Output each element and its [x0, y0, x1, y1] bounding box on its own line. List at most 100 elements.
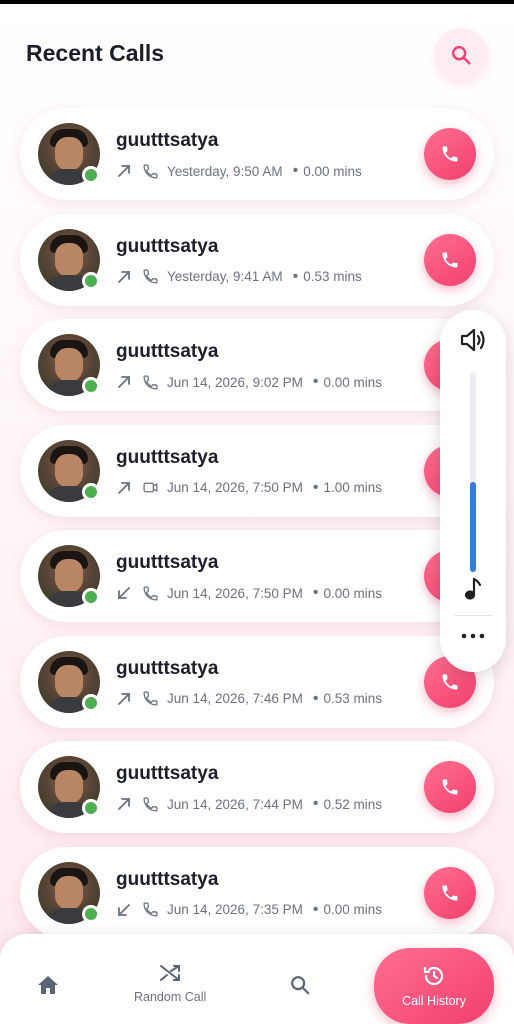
call-button[interactable]: [424, 233, 476, 286]
speaker-icon[interactable]: [459, 327, 487, 353]
volume-level: [470, 482, 476, 572]
contact-name: guutttsatya: [116, 657, 219, 679]
outgoing-arrow-icon: [118, 692, 130, 705]
call-list-item[interactable]: guutttsatya Yesterday, 9:50 AM • 0.00 mins: [20, 108, 494, 200]
call-duration: 0.00 mins: [303, 163, 362, 179]
separator-dot: •: [312, 795, 319, 812]
call-duration: 0.53 mins: [303, 269, 362, 284]
call-meta: Jun 14, 2026, 7:46 PM • 0.53 mins: [116, 690, 382, 708]
call-meta: Yesterday, 9:41 AM • 0.53 mins: [116, 268, 362, 286]
separator-dot: •: [292, 162, 299, 179]
video-call-icon: [143, 482, 158, 493]
online-status-dot: [82, 904, 100, 923]
outgoing-arrow-icon: [118, 165, 130, 177]
call-time: Jun 14, 2026, 7:50 PM: [167, 585, 303, 601]
volume-divider: [454, 615, 492, 616]
page-title: Recent Calls: [26, 40, 165, 66]
contact-name: guutttsatya: [116, 763, 219, 784]
voice-call-icon: [143, 902, 158, 917]
call-time: Yesterday, 9:50 AM: [167, 163, 283, 179]
phone-icon: [442, 674, 458, 689]
call-time: Jun 14, 2026, 7:50 PM: [167, 480, 303, 495]
call-meta: Jun 14, 2026, 7:44 PM • 0.52 mins: [116, 795, 382, 813]
separator-dot: •: [312, 373, 319, 390]
separator-dot: •: [312, 584, 319, 601]
online-status-dot: [82, 377, 100, 395]
call-button[interactable]: [424, 761, 476, 813]
call-list-item[interactable]: guutttsatya Jun 14, 2026, 7:50 PM • 1.00 mi…: [20, 424, 494, 517]
app-header: Recent Calls: [0, 4, 514, 100]
online-status-dot: [82, 271, 100, 290]
voice-call-icon: [143, 585, 158, 601]
search-button[interactable]: [434, 28, 488, 82]
call-time: Yesterday, 9:41 AM: [167, 269, 283, 284]
call-meta: Yesterday, 9:50 AM • 0.00 mins: [116, 162, 362, 180]
separator-dot: •: [292, 267, 299, 285]
call-list-item[interactable]: guutttsatya Jun 14, 2026, 7:46 PM • 0.53 mi…: [20, 635, 494, 728]
more-dots-icon[interactable]: [461, 632, 485, 640]
call-time: Jun 14, 2026, 9:02 PM: [167, 374, 303, 390]
voice-call-icon: [143, 691, 158, 706]
online-status-dot: [82, 799, 100, 817]
call-duration: 0.00 mins: [323, 374, 382, 390]
call-button[interactable]: [424, 128, 476, 180]
call-list-item[interactable]: guutttsatya Jun 14, 2026, 7:35 PM • 0.00 mi…: [20, 846, 494, 939]
call-time: Jun 14, 2026, 7:35 PM: [167, 902, 303, 917]
phone-icon: [442, 146, 458, 162]
nav-search[interactable]: [289, 974, 311, 996]
call-duration: 0.00 mins: [323, 902, 382, 917]
search-icon: [452, 46, 471, 65]
phone-icon: [442, 885, 458, 900]
voice-call-icon: [143, 163, 158, 179]
nav-label-call-history: Call History: [402, 994, 466, 1008]
separator-dot: •: [312, 478, 319, 496]
call-meta: Jun 14, 2026, 7:50 PM • 0.00 mins: [116, 584, 382, 602]
phone-icon: [442, 779, 458, 795]
call-duration: 0.00 mins: [323, 585, 382, 601]
outgoing-arrow-icon: [118, 270, 130, 283]
online-status-dot: [82, 588, 100, 606]
contact-name: guutttsatya: [116, 868, 219, 890]
call-meta: Jun 14, 2026, 7:35 PM • 0.00 mins: [116, 901, 382, 919]
online-status-dot: [82, 693, 100, 712]
nav-random-call[interactable]: Random Call: [134, 962, 206, 1004]
call-time: Jun 14, 2026, 7:44 PM: [167, 796, 303, 812]
nav-home[interactable]: [36, 974, 60, 996]
bottom-navigation: Random Call Call History: [0, 934, 514, 1024]
music-note-icon[interactable]: [462, 576, 484, 602]
voice-call-icon: [143, 269, 158, 284]
call-meta: Jun 14, 2026, 9:02 PM • 0.00 mins: [116, 373, 382, 391]
contact-name: guutttsatya: [116, 235, 219, 257]
incoming-arrow-icon: [118, 587, 130, 599]
call-time: Jun 14, 2026, 7:46 PM: [167, 691, 303, 706]
phone-icon: [442, 252, 458, 267]
online-status-dot: [82, 166, 100, 184]
separator-dot: •: [312, 689, 319, 707]
call-meta: Jun 14, 2026, 7:50 PM • 1.00 mins: [116, 479, 382, 497]
outgoing-arrow-icon: [118, 481, 130, 494]
call-list-item[interactable]: guutttsatya Jun 14, 2026, 7:50 PM • 0.00 mi…: [20, 530, 494, 622]
volume-slider[interactable]: [470, 372, 476, 572]
incoming-arrow-icon: [118, 903, 130, 916]
separator-dot: •: [312, 900, 319, 918]
home-icon: [38, 976, 58, 994]
contact-name: guutttsatya: [116, 552, 219, 573]
shuffle-icon: [160, 965, 181, 981]
call-list-item[interactable]: guutttsatya Yesterday, 9:41 AM • 0.53 mins: [20, 213, 494, 306]
outgoing-arrow-icon: [118, 798, 130, 810]
contact-name: guutttsatya: [116, 446, 219, 468]
voice-call-icon: [143, 796, 158, 812]
contact-name: guutttsatya: [116, 130, 219, 151]
call-duration: 0.52 mins: [323, 796, 382, 812]
nav-call-history[interactable]: Call History: [374, 948, 494, 1024]
call-duration: 0.53 mins: [323, 691, 382, 706]
call-list-item[interactable]: guutttsatya Jun 14, 2026, 7:44 PM • 0.52 mi…: [20, 741, 494, 833]
outgoing-arrow-icon: [118, 376, 130, 388]
voice-call-icon: [143, 374, 158, 390]
contact-name: guutttsatya: [116, 341, 219, 362]
call-duration: 1.00 mins: [323, 480, 382, 495]
search-icon: [291, 976, 310, 995]
call-button[interactable]: [424, 866, 476, 919]
volume-overlay[interactable]: [440, 310, 506, 672]
call-list-item[interactable]: guutttsatya Jun 14, 2026, 9:02 PM • 0.00 mi…: [20, 319, 494, 411]
